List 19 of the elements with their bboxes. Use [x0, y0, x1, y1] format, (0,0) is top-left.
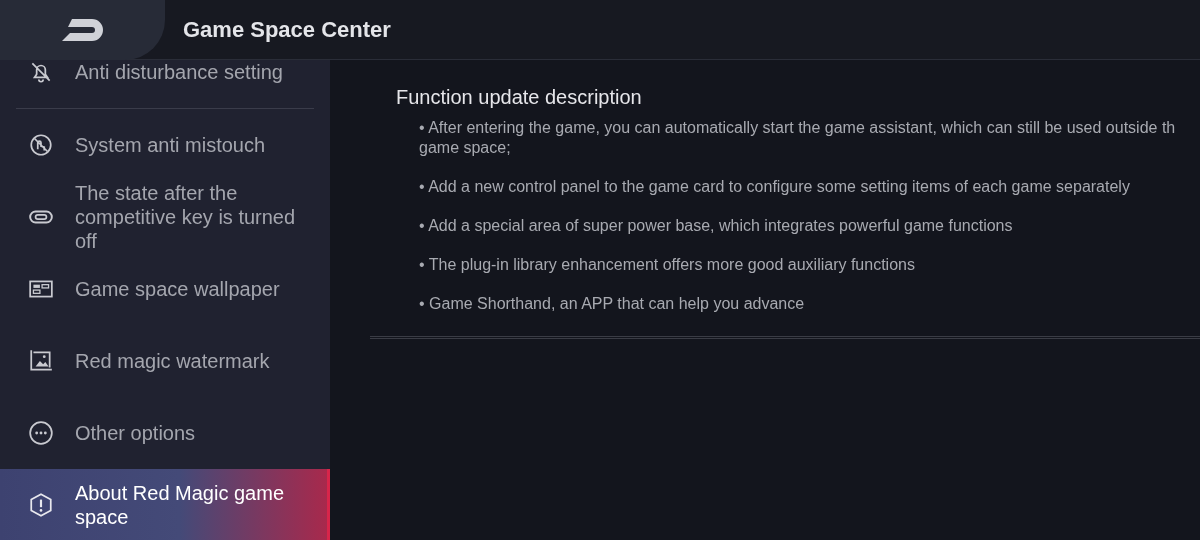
description-item: • After entering the game, you can automatically start the game assistant, which can still be used outside th game space; [419, 118, 1177, 158]
description-item: • Game Shorthand, an APP that can help you advance [419, 294, 806, 314]
back-button[interactable] [0, 0, 165, 60]
sidebar-item[interactable]: About Red Magic game space [0, 469, 330, 540]
sidebar-item[interactable]: System anti mistouch [0, 109, 330, 181]
description-item: • Add a special area of super power base, which integrates powerful game functions [419, 216, 1014, 236]
image-icon [28, 348, 54, 374]
sidebar-item[interactable]: Anti disturbance setting [0, 60, 330, 108]
info-icon [28, 492, 54, 518]
sidebar-item[interactable]: Game space wallpaper [0, 253, 330, 325]
sidebar-item[interactable]: The state after the competitive key is turned off [0, 181, 330, 253]
hand-off-icon [28, 132, 54, 158]
page-title: Game Space Center [183, 16, 391, 44]
section-title: Function update description [396, 85, 643, 110]
description-item: • Add a new control panel to the game card to configure some setting items of each game separately [419, 177, 1131, 197]
sidebar-item[interactable]: Red magic watermark [0, 325, 330, 397]
more-icon [28, 420, 54, 446]
description-item: • The plug-in library enhancement offers more good auxiliary functions [419, 255, 916, 275]
sidebar-item[interactable]: Other options [0, 397, 330, 469]
